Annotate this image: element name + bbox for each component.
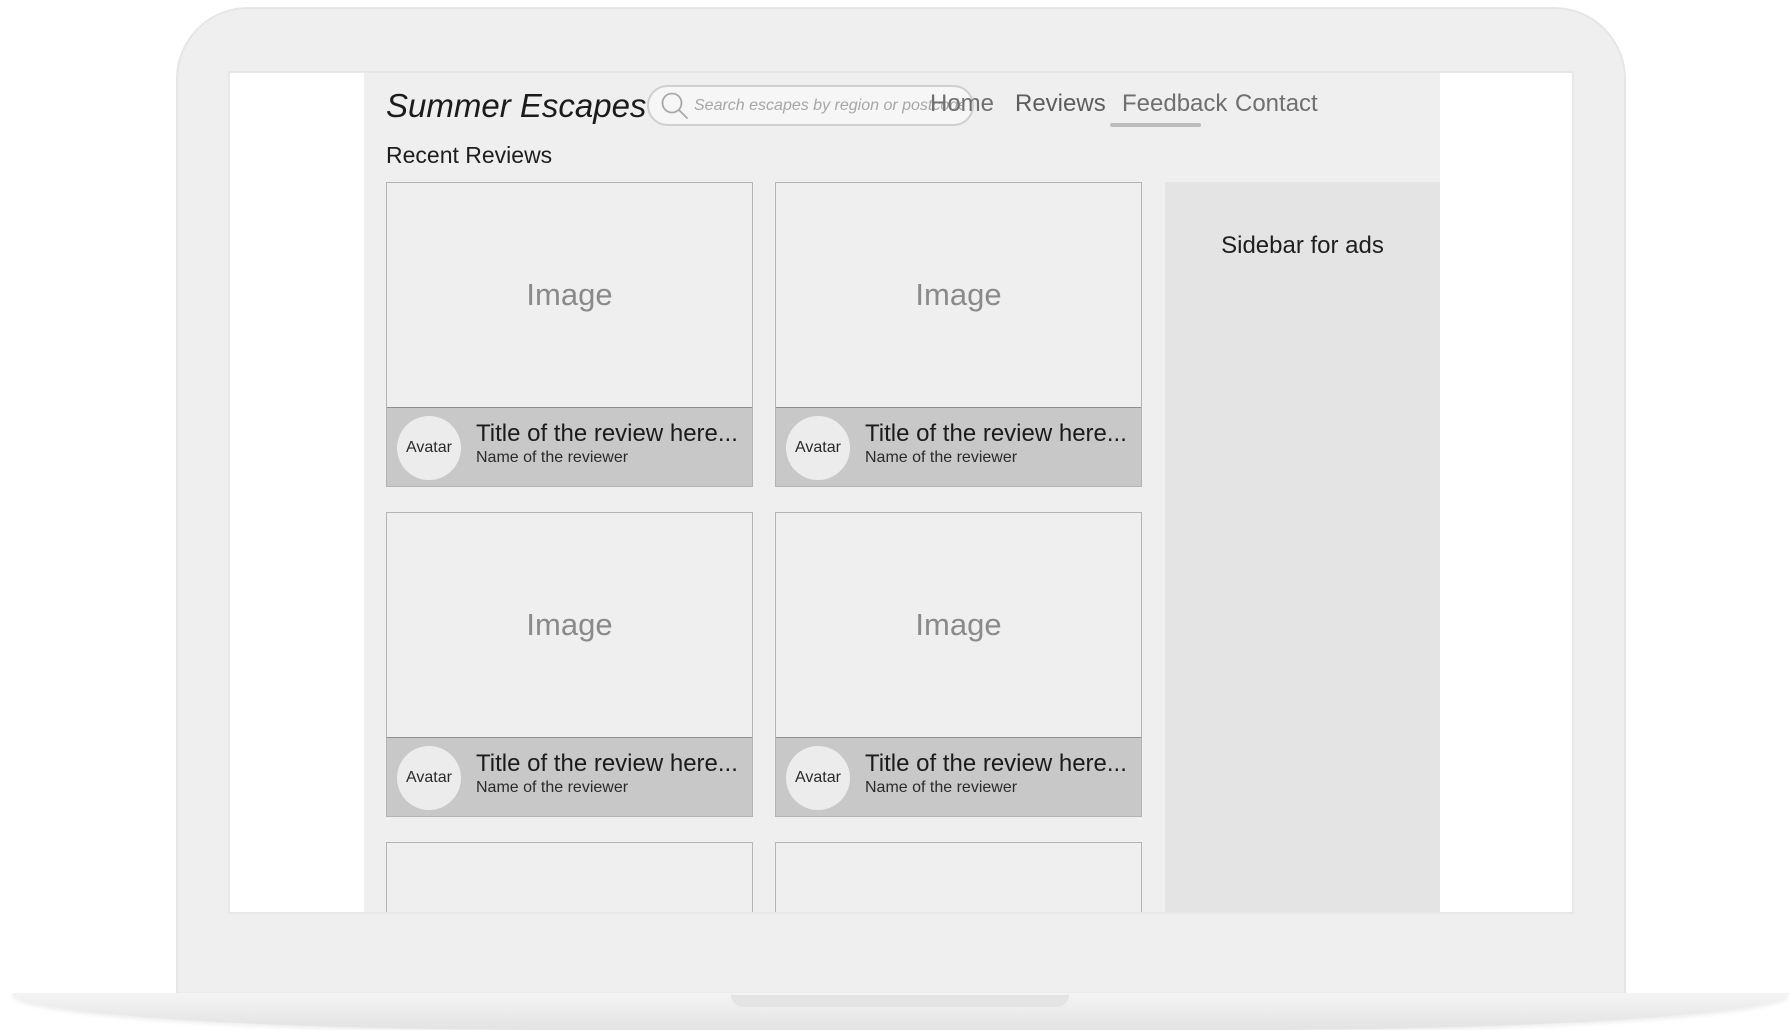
laptop-screen: Summer Escapes Home Reviews Feedback Con…: [228, 71, 1574, 914]
reviewer-name: Name of the reviewer: [865, 449, 1018, 466]
review-image-placeholder: Image: [387, 513, 752, 738]
review-image-placeholder: [387, 843, 752, 912]
section-title: Recent Reviews: [386, 142, 553, 168]
web-page: Summer Escapes Home Reviews Feedback Con…: [364, 73, 1440, 912]
reviewer-name: Name of the reviewer: [476, 449, 629, 466]
review-image-placeholder: Image: [387, 183, 752, 408]
reviewer-name: Name of the reviewer: [865, 779, 1018, 796]
review-title[interactable]: Title of the review here...: [476, 420, 738, 448]
nav-feedback[interactable]: Feedback: [1122, 90, 1227, 118]
ad-sidebar: Sidebar for ads: [1165, 182, 1440, 912]
avatar: Avatar: [397, 416, 461, 480]
reviewer-name: Name of the reviewer: [476, 779, 629, 796]
review-card[interactable]: Image Avatar Title of the review here...…: [775, 182, 1142, 487]
nav-home[interactable]: Home: [930, 90, 994, 118]
avatar: Avatar: [786, 416, 850, 480]
review-card-partial[interactable]: [386, 842, 753, 912]
search-box[interactable]: [647, 85, 974, 126]
avatar: Avatar: [397, 746, 461, 810]
nav-reviews[interactable]: Reviews: [1015, 90, 1106, 118]
review-card[interactable]: Image Avatar Title of the review here...…: [775, 512, 1142, 817]
review-card-footer: Avatar Title of the review here... Name …: [387, 738, 752, 816]
review-title[interactable]: Title of the review here...: [865, 750, 1127, 778]
review-card[interactable]: Image Avatar Title of the review here...…: [386, 512, 753, 817]
avatar: Avatar: [786, 746, 850, 810]
nav-active-underline: [1110, 123, 1201, 127]
review-title[interactable]: Title of the review here...: [865, 420, 1127, 448]
search-icon: [661, 92, 688, 119]
review-card-partial[interactable]: [775, 842, 1142, 912]
review-card-footer: Avatar Title of the review here... Name …: [776, 738, 1141, 816]
review-image-placeholder: Image: [776, 183, 1141, 408]
review-image-placeholder: Image: [776, 513, 1141, 738]
review-card-footer: Avatar Title of the review here... Name …: [387, 408, 752, 486]
review-card[interactable]: Image Avatar Title of the review here...…: [386, 182, 753, 487]
laptop-notch: [731, 995, 1069, 1007]
nav-contact[interactable]: Contact: [1235, 90, 1318, 118]
review-image-placeholder: [776, 843, 1141, 912]
review-title[interactable]: Title of the review here...: [476, 750, 738, 778]
review-card-footer: Avatar Title of the review here... Name …: [776, 408, 1141, 486]
sidebar-label: Sidebar for ads: [1221, 232, 1384, 259]
search-input[interactable]: [692, 96, 962, 115]
brand-logo[interactable]: Summer Escapes: [386, 87, 646, 125]
